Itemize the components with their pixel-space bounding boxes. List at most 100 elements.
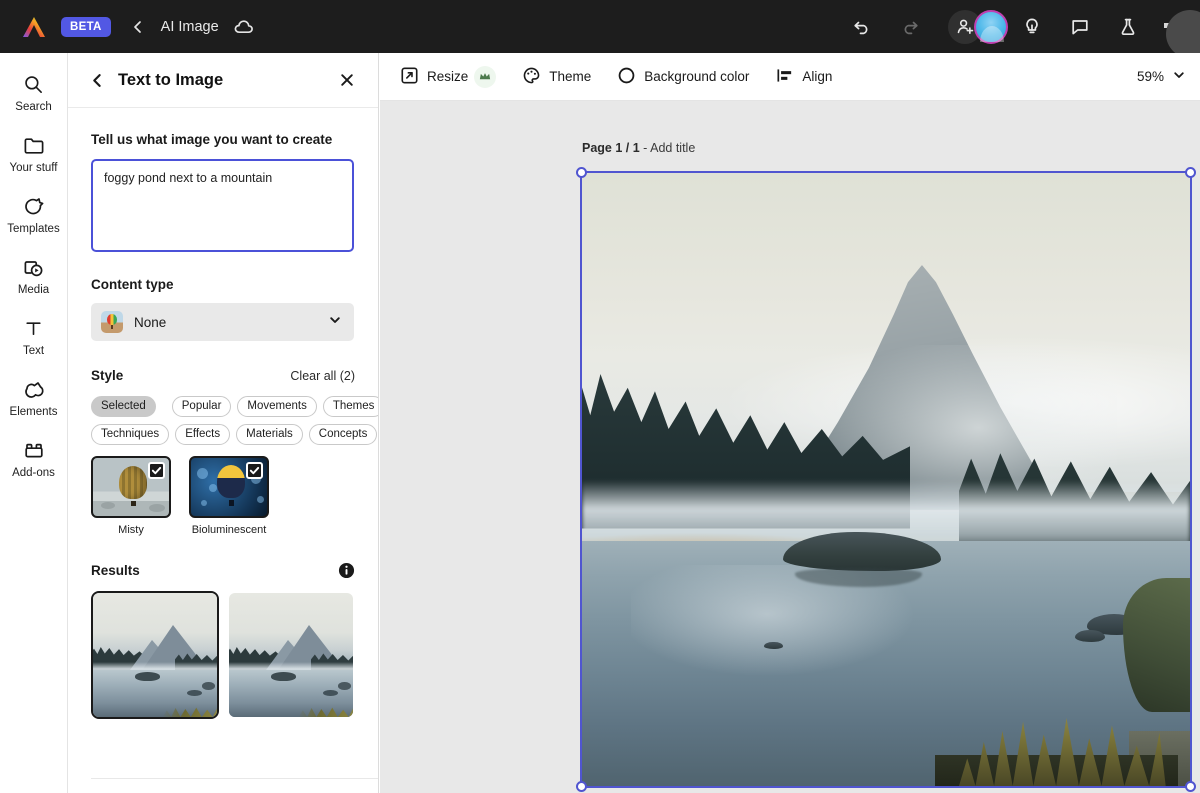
- sidebar-item-label: Templates: [7, 223, 59, 235]
- chip-row-2: Techniques Effects Materials Concepts: [91, 424, 355, 445]
- chip-materials[interactable]: Materials: [236, 424, 303, 445]
- sidebar-item-templates[interactable]: Templates: [0, 193, 67, 235]
- content-type-label: Content type: [91, 277, 355, 292]
- search-icon: [23, 71, 44, 97]
- sidebar-item-label: Your stuff: [10, 162, 58, 174]
- chip-selected[interactable]: Selected: [91, 396, 156, 417]
- checkbox-checked-icon[interactable]: [148, 462, 165, 479]
- sidebar-item-label: Text: [23, 345, 44, 357]
- hot-air-balloon-thumbnail-icon: [101, 311, 123, 333]
- adobe-express-logo-icon[interactable]: [20, 14, 48, 40]
- comment-icon[interactable]: [1063, 10, 1097, 44]
- chip-movements[interactable]: Movements: [237, 396, 316, 417]
- align-label: Align: [802, 69, 832, 84]
- style-section-header: Style Clear all (2): [91, 368, 355, 383]
- close-icon[interactable]: [338, 71, 356, 89]
- style-label: Style: [91, 368, 123, 383]
- zoom-control[interactable]: 59%: [1137, 68, 1186, 85]
- result-image: [229, 593, 353, 717]
- style-filter-chips: Selected Popular Movements Themes Techni…: [91, 396, 355, 445]
- page-title-placeholder[interactable]: Add title: [650, 141, 695, 155]
- canvas-area: Resize Theme Background color: [380, 53, 1200, 793]
- crown-icon: [474, 66, 496, 88]
- top-bar: BETA AI Image: [0, 0, 1200, 53]
- results-section-header: Results: [91, 562, 355, 579]
- page-label[interactable]: Page 1 / 1 - Add title: [582, 141, 695, 155]
- prompt-input[interactable]: foggy pond next to a mountain: [91, 159, 354, 252]
- circle-icon: [617, 66, 636, 88]
- result-thumbnail-2[interactable]: [227, 591, 355, 719]
- chevron-down-icon: [1172, 68, 1186, 85]
- panel-body: Tell us what image you want to create fo…: [68, 132, 378, 719]
- sidebar-item-add-ons[interactable]: Add-ons: [0, 437, 67, 479]
- generated-artwork: [582, 173, 1190, 786]
- left-rail: Search Your stuff Templates Media Text: [0, 53, 68, 793]
- style-card-label: Bioluminescent: [189, 524, 269, 536]
- chip-themes[interactable]: Themes: [323, 396, 379, 417]
- content-type-select[interactable]: None: [91, 303, 354, 341]
- style-thumbnail: [91, 456, 171, 518]
- topbar-actions: [838, 0, 1200, 53]
- result-thumbnails: [91, 591, 355, 719]
- canvas-toolbar: Resize Theme Background color: [380, 53, 1200, 101]
- result-thumbnail-1[interactable]: [91, 591, 219, 719]
- chip-concepts[interactable]: Concepts: [309, 424, 378, 445]
- templates-icon: [23, 193, 45, 219]
- style-card-label: Misty: [91, 524, 171, 536]
- sidebar-item-label: Media: [18, 284, 49, 296]
- folder-icon: [23, 132, 45, 158]
- redo-icon[interactable]: [893, 10, 927, 44]
- results-label: Results: [91, 563, 140, 578]
- flask-icon[interactable]: [1111, 10, 1145, 44]
- sidebar-item-label: Elements: [10, 406, 58, 418]
- theme-button[interactable]: Theme: [522, 66, 591, 88]
- chip-techniques[interactable]: Techniques: [91, 424, 169, 445]
- clear-all-button[interactable]: Clear all (2): [290, 369, 355, 383]
- panel-header: Text to Image: [68, 53, 378, 108]
- sidebar-item-search[interactable]: Search: [0, 71, 67, 113]
- resize-button[interactable]: Resize: [400, 66, 496, 88]
- style-cards: Misty Bioluminescent: [91, 456, 355, 536]
- align-button[interactable]: Align: [775, 66, 832, 88]
- lightbulb-icon[interactable]: [1015, 10, 1049, 44]
- sidebar-item-media[interactable]: Media: [0, 254, 67, 296]
- chip-popular[interactable]: Popular: [172, 396, 232, 417]
- result-image: [93, 593, 217, 717]
- sidebar-item-label: Add-ons: [12, 467, 55, 479]
- content-type-value: None: [134, 315, 166, 330]
- background-color-button[interactable]: Background color: [617, 66, 749, 88]
- sidebar-item-elements[interactable]: Elements: [0, 376, 67, 418]
- resize-icon: [400, 66, 419, 88]
- background-color-label: Background color: [644, 69, 749, 84]
- beta-badge: BETA: [61, 17, 111, 37]
- back-chevron-icon[interactable]: [128, 17, 148, 37]
- media-icon: [22, 254, 45, 280]
- panel-back-icon[interactable]: [88, 71, 106, 89]
- resize-label: Resize: [427, 69, 468, 84]
- theme-label: Theme: [549, 69, 591, 84]
- style-thumbnail: [189, 456, 269, 518]
- document-title[interactable]: AI Image: [161, 19, 219, 35]
- page-separator: -: [640, 141, 650, 155]
- panel-divider: [91, 778, 378, 779]
- chevron-down-icon: [328, 313, 342, 332]
- elements-icon: [23, 376, 45, 402]
- avatar[interactable]: [974, 10, 1008, 44]
- panel-title: Text to Image: [118, 71, 223, 90]
- chip-effects[interactable]: Effects: [175, 424, 230, 445]
- sidebar-item-text[interactable]: Text: [0, 315, 67, 357]
- undo-icon[interactable]: [845, 10, 879, 44]
- checkbox-checked-icon[interactable]: [246, 462, 263, 479]
- zoom-value: 59%: [1137, 69, 1164, 84]
- artboard[interactable]: [582, 173, 1190, 786]
- palette-icon: [522, 66, 541, 88]
- info-icon[interactable]: [338, 562, 355, 579]
- style-card-bioluminescent[interactable]: Bioluminescent: [189, 456, 269, 536]
- style-card-misty[interactable]: Misty: [91, 456, 171, 536]
- text-to-image-panel: Text to Image Tell us what image you wan…: [68, 53, 379, 793]
- cloud-icon: [233, 16, 255, 38]
- text-icon: [23, 315, 44, 341]
- sidebar-item-label: Search: [15, 101, 51, 113]
- addons-icon: [23, 437, 45, 463]
- sidebar-item-your-stuff[interactable]: Your stuff: [0, 132, 67, 174]
